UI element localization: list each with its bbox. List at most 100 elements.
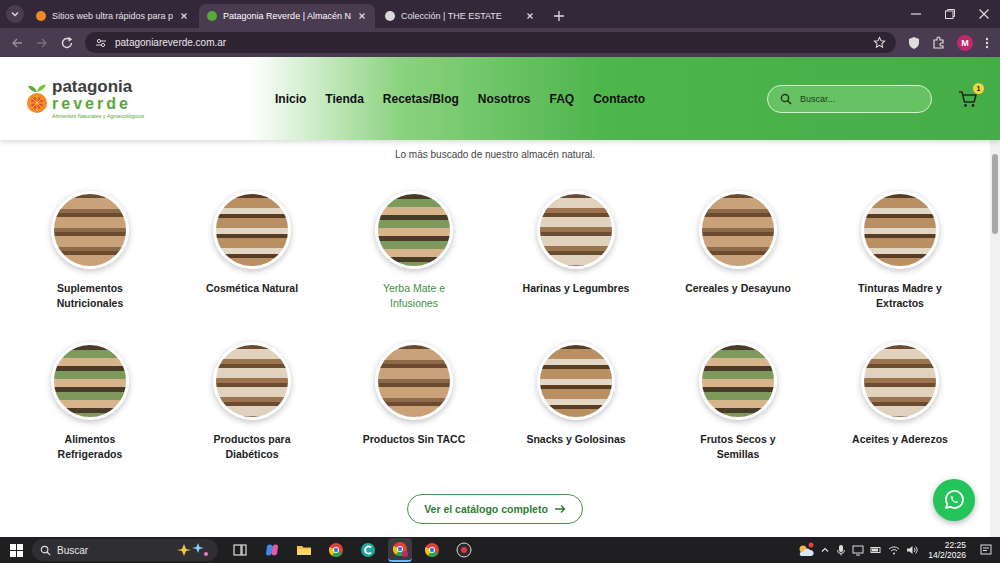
back-arrow-icon[interactable] [10, 36, 24, 50]
reload-icon[interactable] [60, 36, 74, 50]
close-icon[interactable] [179, 11, 189, 21]
browser-toolbar: patagoniareverde.com.ar M [0, 28, 1000, 57]
category-card[interactable]: Harinas y Legumbres [495, 191, 657, 311]
chrome-profile-icon [392, 541, 408, 557]
browser-tab[interactable]: Patagonia Reverde | Almacén N [199, 4, 375, 28]
close-icon[interactable] [357, 11, 367, 21]
category-photo [51, 342, 129, 420]
minimize-icon[interactable] [910, 8, 922, 20]
display-icon[interactable] [852, 544, 864, 556]
windows-start-icon[interactable] [10, 544, 23, 557]
whatsapp-button[interactable] [933, 479, 975, 521]
plus-icon[interactable] [553, 10, 565, 22]
record-app-icon[interactable] [456, 542, 472, 558]
copilot-icon[interactable] [264, 542, 280, 558]
catalog-button[interactable]: Ver el catálogo completo [407, 494, 583, 524]
search-field[interactable]: Buscar... [767, 85, 932, 113]
scrollbar[interactable] [990, 140, 1000, 537]
category-card[interactable]: Yerba Mate e Infusiones [333, 191, 495, 311]
nav-link[interactable]: FAQ [550, 92, 575, 106]
nav-link[interactable]: Inicio [275, 92, 306, 106]
address-bar[interactable]: patagoniareverde.com.ar [85, 32, 896, 53]
category-card[interactable]: Frutos Secos y Semillas [657, 342, 819, 462]
main-nav: Inicio Tienda Recetas/Blog Nosotros FAQ Conta… [275, 92, 645, 106]
menu-dots-icon[interactable] [984, 36, 990, 50]
favicon-icon [36, 11, 46, 21]
nav-link[interactable]: Recetas/Blog [383, 92, 459, 106]
chrome-icon[interactable] [424, 542, 440, 558]
category-label: Yerba Mate e Infusiones [358, 281, 470, 311]
profile-avatar[interactable]: M [957, 35, 973, 51]
restore-icon[interactable] [944, 8, 956, 20]
category-card[interactable]: Cosmética Natural [171, 191, 333, 311]
category-photo [213, 191, 291, 269]
site-logo[interactable]: patagoniareverdeAlimentos Naturales y Ag… [0, 78, 275, 120]
taskbar-active-app[interactable] [388, 538, 412, 562]
category-card[interactable]: Tinturas Madre y Extractos [819, 191, 981, 311]
browser-tab[interactable]: Sitios web ultra rápidos para p [28, 4, 197, 28]
scrollbar-thumb[interactable] [992, 154, 998, 234]
task-view-icon[interactable] [232, 542, 248, 558]
clock-time: 22:25 [945, 540, 966, 550]
wifi-icon[interactable] [888, 544, 900, 556]
category-label: Snacks y Golosinas [526, 432, 625, 462]
category-photo [375, 342, 453, 420]
chevron-up-icon[interactable] [820, 545, 830, 555]
category-label: Productos para Diabéticos [196, 432, 308, 462]
category-photo [537, 342, 615, 420]
category-photo [861, 342, 939, 420]
category-label: Productos Sin TACC [363, 432, 465, 462]
fruit-leaf-logo-icon [25, 82, 49, 116]
browser-tab[interactable]: Colección | THE ESTATE [377, 4, 543, 28]
cart-button[interactable]: 1 [958, 90, 978, 108]
site-info-icon[interactable] [95, 37, 107, 49]
category-label: Cosmética Natural [206, 281, 298, 311]
category-card[interactable]: Cereales y Desayuno [657, 191, 819, 311]
file-explorer-icon[interactable] [296, 542, 312, 558]
category-card[interactable]: Snacks y Golosinas [495, 342, 657, 462]
section-subtitle: Lo más buscado de nuestro almacén natura… [395, 149, 595, 160]
nav-link[interactable]: Tienda [325, 92, 363, 106]
close-window-icon[interactable] [978, 8, 990, 20]
category-card[interactable]: Alimentos Refrigerados [9, 342, 171, 462]
clock[interactable]: 22:2514/2/2026 [928, 540, 966, 560]
volume-icon[interactable] [906, 544, 918, 556]
category-photo [699, 342, 777, 420]
window-controls [910, 0, 1000, 28]
web-page: patagoniareverdeAlimentos Naturales y Ag… [0, 57, 1000, 537]
close-icon[interactable] [525, 11, 535, 21]
category-photo [213, 342, 291, 420]
weather-icon[interactable] [796, 542, 814, 558]
url-text: patagoniareverde.com.ar [115, 37, 865, 48]
taskbar: Buscar 22:2514/2/2026 [0, 537, 1000, 563]
whatsapp-icon [942, 488, 966, 512]
category-card[interactable]: Productos para Diabéticos [171, 342, 333, 462]
category-label: Cereales y Desayuno [685, 281, 791, 311]
category-photo [699, 191, 777, 269]
shield-extension-icon[interactable] [907, 36, 921, 50]
nav-link[interactable]: Contacto [593, 92, 645, 106]
nav-link[interactable]: Nosotros [478, 92, 531, 106]
microphone-icon[interactable] [836, 544, 846, 556]
cta-row: Ver el catálogo completo [407, 494, 583, 524]
category-card[interactable]: Aceites y Aderezos [819, 342, 981, 462]
category-grid: Suplementos Nutricionales Cosmética Natur… [9, 191, 981, 462]
category-card[interactable]: Productos Sin TACC [333, 342, 495, 462]
catalog-button-label: Ver el catálogo completo [424, 503, 548, 515]
category-card[interactable]: Suplementos Nutricionales [9, 191, 171, 311]
cart-count-badge: 1 [973, 83, 984, 94]
category-label: Alimentos Refrigerados [34, 432, 146, 462]
forward-arrow-icon[interactable] [35, 36, 49, 50]
chrome-icon[interactable] [328, 542, 344, 558]
tab-search-button[interactable] [6, 5, 24, 23]
battery-icon[interactable] [870, 544, 882, 556]
bookmark-star-icon[interactable] [873, 36, 886, 49]
favicon-icon [207, 11, 217, 21]
extensions-puzzle-icon[interactable] [932, 36, 946, 50]
notification-icon[interactable] [980, 544, 992, 556]
categories-section: Lo más buscado de nuestro almacén natura… [0, 140, 990, 537]
clock-date: 14/2/2026 [928, 550, 966, 560]
app-c-icon[interactable] [360, 542, 376, 558]
tab-label: Patagonia Reverde | Almacén N [223, 11, 351, 21]
taskbar-search[interactable]: Buscar [32, 539, 218, 561]
